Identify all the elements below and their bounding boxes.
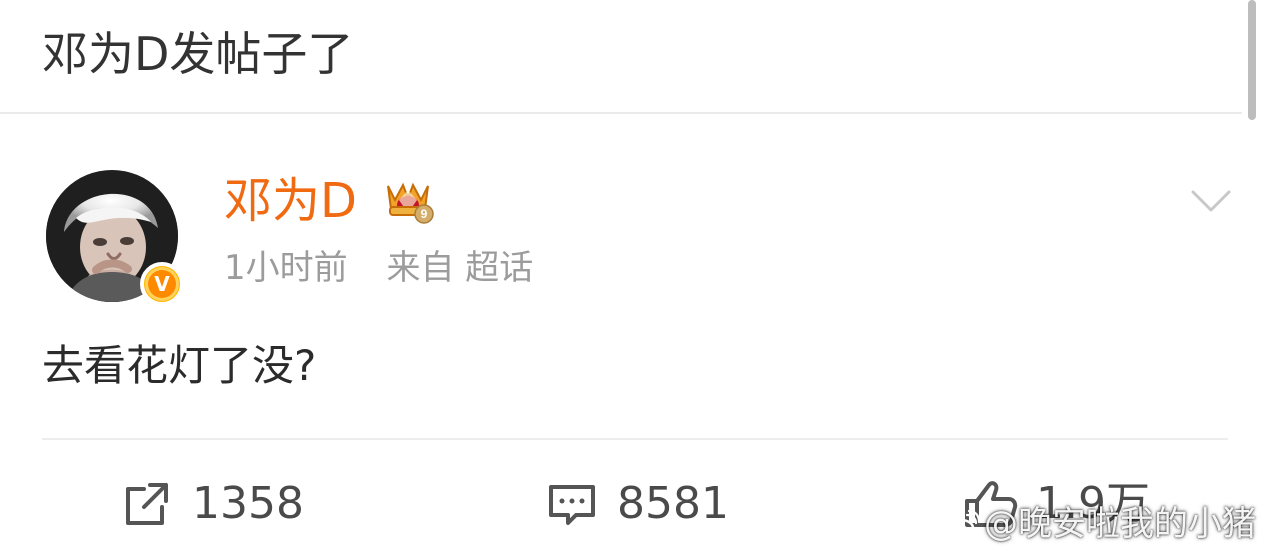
verified-mark: V [145, 267, 179, 301]
like-count: 1.9万 [1036, 478, 1150, 529]
crown-rank-icon: 9 [387, 182, 434, 224]
repost-icon [126, 483, 168, 525]
post-time: 1小时前 [224, 248, 348, 288]
scrollbar[interactable] [1248, 0, 1256, 120]
author-name[interactable]: 邓为D [224, 172, 357, 230]
repost-button[interactable]: 1358 [120, 476, 304, 532]
comment-button[interactable]: 8581 [545, 476, 729, 532]
verified-badge-icon: V [140, 262, 184, 306]
comment-icon [549, 485, 595, 525]
comment-count: 8581 [617, 478, 729, 529]
post-meta: 1小时前 来自 超话 [224, 248, 533, 288]
chevron-down-icon[interactable] [1190, 187, 1232, 215]
post-card: V 邓为D 9 1小时前 来自 超话 去看花灯了没? 1358 8581 1.9… [0, 114, 1270, 554]
post-source[interactable]: 来自 超话 [386, 248, 533, 288]
post-content: 去看花灯了没? [42, 341, 317, 390]
page-header: 邓为D发帖子了 [0, 0, 1242, 114]
page-title: 邓为D发帖子了 [42, 27, 354, 81]
rank-level: 9 [421, 207, 428, 221]
repost-count: 1358 [192, 478, 304, 529]
thumbs-up-icon [965, 481, 1018, 527]
content-divider [42, 438, 1228, 440]
like-button[interactable]: 1.9万 [962, 476, 1150, 532]
